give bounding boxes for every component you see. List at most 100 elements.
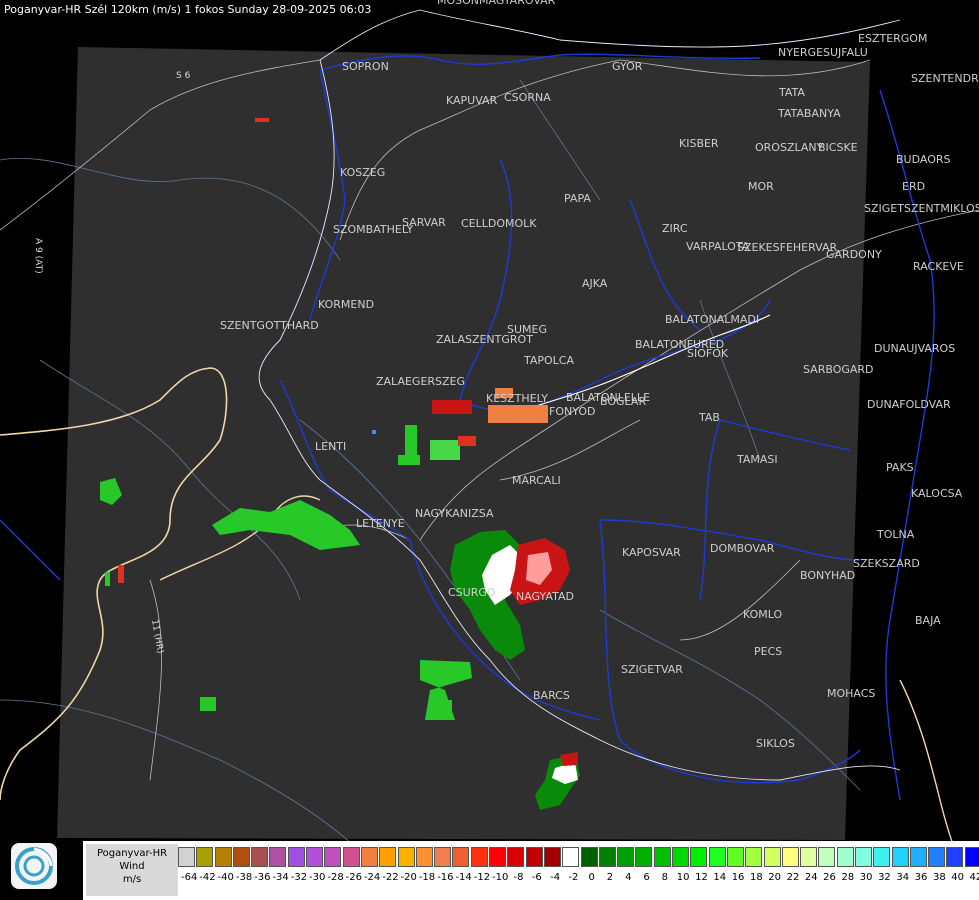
- legend-tick: 10: [676, 872, 690, 883]
- legend-swatch: [763, 847, 781, 867]
- city-label: GARDONY: [826, 248, 882, 261]
- city-label: LETENYE: [356, 517, 405, 530]
- legend-tick: 42: [969, 872, 979, 883]
- legend-swatch: [818, 847, 836, 867]
- city-label: KALOCSA: [911, 487, 963, 500]
- legend-swatch: [397, 847, 415, 867]
- legend-swatch: [306, 847, 324, 867]
- legend-swatch: [452, 847, 470, 867]
- legend-tick: -64: [180, 872, 198, 883]
- legend-swatch: [251, 847, 269, 867]
- city-label: SZENTENDRE: [911, 72, 979, 85]
- legend-swatch: [470, 847, 488, 867]
- legend-swatch: [800, 847, 818, 867]
- legend-product-name: Poganyvar-HR: [96, 848, 168, 859]
- city-label: BALATONALMADI: [665, 313, 759, 326]
- city-label: SARBOGARD: [803, 363, 874, 376]
- city-label: BICSKE: [818, 141, 858, 154]
- city-label: GYOR: [612, 60, 643, 73]
- city-label: ERD: [902, 180, 925, 193]
- legend-swatch: [178, 847, 195, 867]
- city-label: PAKS: [886, 461, 914, 474]
- city-label: ESZTERGOM: [858, 32, 927, 45]
- city-label: SZEKESFEHERVAR: [737, 241, 838, 254]
- city-label: SOPRON: [342, 60, 389, 73]
- legend-swatch: [891, 847, 909, 867]
- legend-tick: 28: [841, 872, 855, 883]
- city-label: ZIRC: [662, 222, 688, 235]
- city-label: RACKEVE: [913, 260, 964, 273]
- city-label: AJKA: [582, 277, 608, 290]
- city-label: TOLNA: [876, 528, 915, 541]
- road-label: S 6: [176, 71, 191, 81]
- city-label: NAGYATAD: [516, 590, 574, 603]
- legend-tick: -22: [382, 872, 399, 883]
- legend-swatch: [708, 847, 726, 867]
- legend-swatch: [690, 847, 708, 867]
- city-label: SUMEG: [507, 323, 547, 336]
- legend-swatch: [726, 847, 744, 867]
- legend-swatch: [653, 847, 671, 867]
- legend-tick: 16: [731, 872, 745, 883]
- legend-swatch: [946, 847, 964, 867]
- legend-tick: 30: [859, 872, 873, 883]
- city-label: TAMASI: [736, 453, 778, 466]
- city-label: SZENTGOTTHARD: [220, 319, 319, 332]
- legend-swatch: [836, 847, 854, 867]
- legend-tick: 22: [786, 872, 800, 883]
- legend-tick: 14: [713, 872, 727, 883]
- city-label: CSORNA: [504, 91, 551, 104]
- city-label: SZEKSZARD: [853, 557, 920, 570]
- legend-swatch: [342, 847, 360, 867]
- city-label: SIKLOS: [756, 737, 795, 750]
- legend-swatch: [580, 847, 598, 867]
- legend-swatch: [873, 847, 891, 867]
- legend-swatch: [928, 847, 946, 867]
- city-label: OROSZLANY: [755, 141, 824, 154]
- legend-tick: -18: [418, 872, 436, 883]
- legend-tick: 26: [823, 872, 836, 883]
- city-label: NAGYKANIZSA: [415, 507, 494, 520]
- city-label: DUNAUJVAROS: [874, 342, 955, 355]
- city-label: TATABANYA: [777, 107, 841, 120]
- legend-unit: m/s: [122, 874, 142, 885]
- city-label: MOR: [748, 180, 774, 193]
- city-label: BONYHAD: [800, 569, 855, 582]
- legend-swatch: [360, 847, 378, 867]
- legend-swatch: [324, 847, 342, 867]
- legend-tick: 4: [625, 872, 632, 883]
- city-label: KISBER: [679, 137, 719, 150]
- legend-tick: 12: [695, 872, 708, 883]
- legend-tick: -12: [473, 872, 491, 883]
- legend-tick: -10: [492, 872, 509, 883]
- legend-swatch: [379, 847, 397, 867]
- legend-tick: 40: [951, 872, 964, 883]
- legend-tick: -24: [363, 872, 381, 883]
- legend-color-swatches: [178, 847, 979, 867]
- city-label: BAJA: [915, 614, 941, 627]
- legend-tick: 20: [768, 872, 782, 883]
- city-label: FONYOD: [549, 405, 595, 418]
- city-label: KORMEND: [318, 298, 374, 311]
- city-label: DUNAFOLDVAR: [867, 398, 951, 411]
- city-label: DOMBOVAR: [710, 542, 775, 555]
- legend-tick: 6: [643, 872, 650, 883]
- legend-tick: 36: [914, 872, 928, 883]
- legend-quantity: Wind: [119, 861, 145, 872]
- legend-tick: 32: [878, 872, 891, 883]
- legend-swatch: [269, 847, 287, 867]
- legend-tick: -2: [568, 872, 579, 883]
- legend-tick: 2: [606, 872, 614, 883]
- city-label: SZIGETVAR: [621, 663, 683, 676]
- city-label: BARCS: [533, 689, 570, 702]
- legend-tick: -38: [235, 872, 253, 883]
- legend-swatch: [434, 847, 452, 867]
- city-label: MOHACS: [827, 687, 875, 700]
- legend-swatch: [781, 847, 799, 867]
- city-label: SZIGETSZENTMIKLOS: [864, 202, 979, 215]
- legend-tick: 0: [588, 872, 595, 883]
- city-label: CELLDOMOLK: [461, 217, 537, 230]
- legend-tick: -36: [254, 872, 271, 883]
- city-label: SARVAR: [402, 216, 446, 229]
- city-label: LENTI: [315, 440, 346, 453]
